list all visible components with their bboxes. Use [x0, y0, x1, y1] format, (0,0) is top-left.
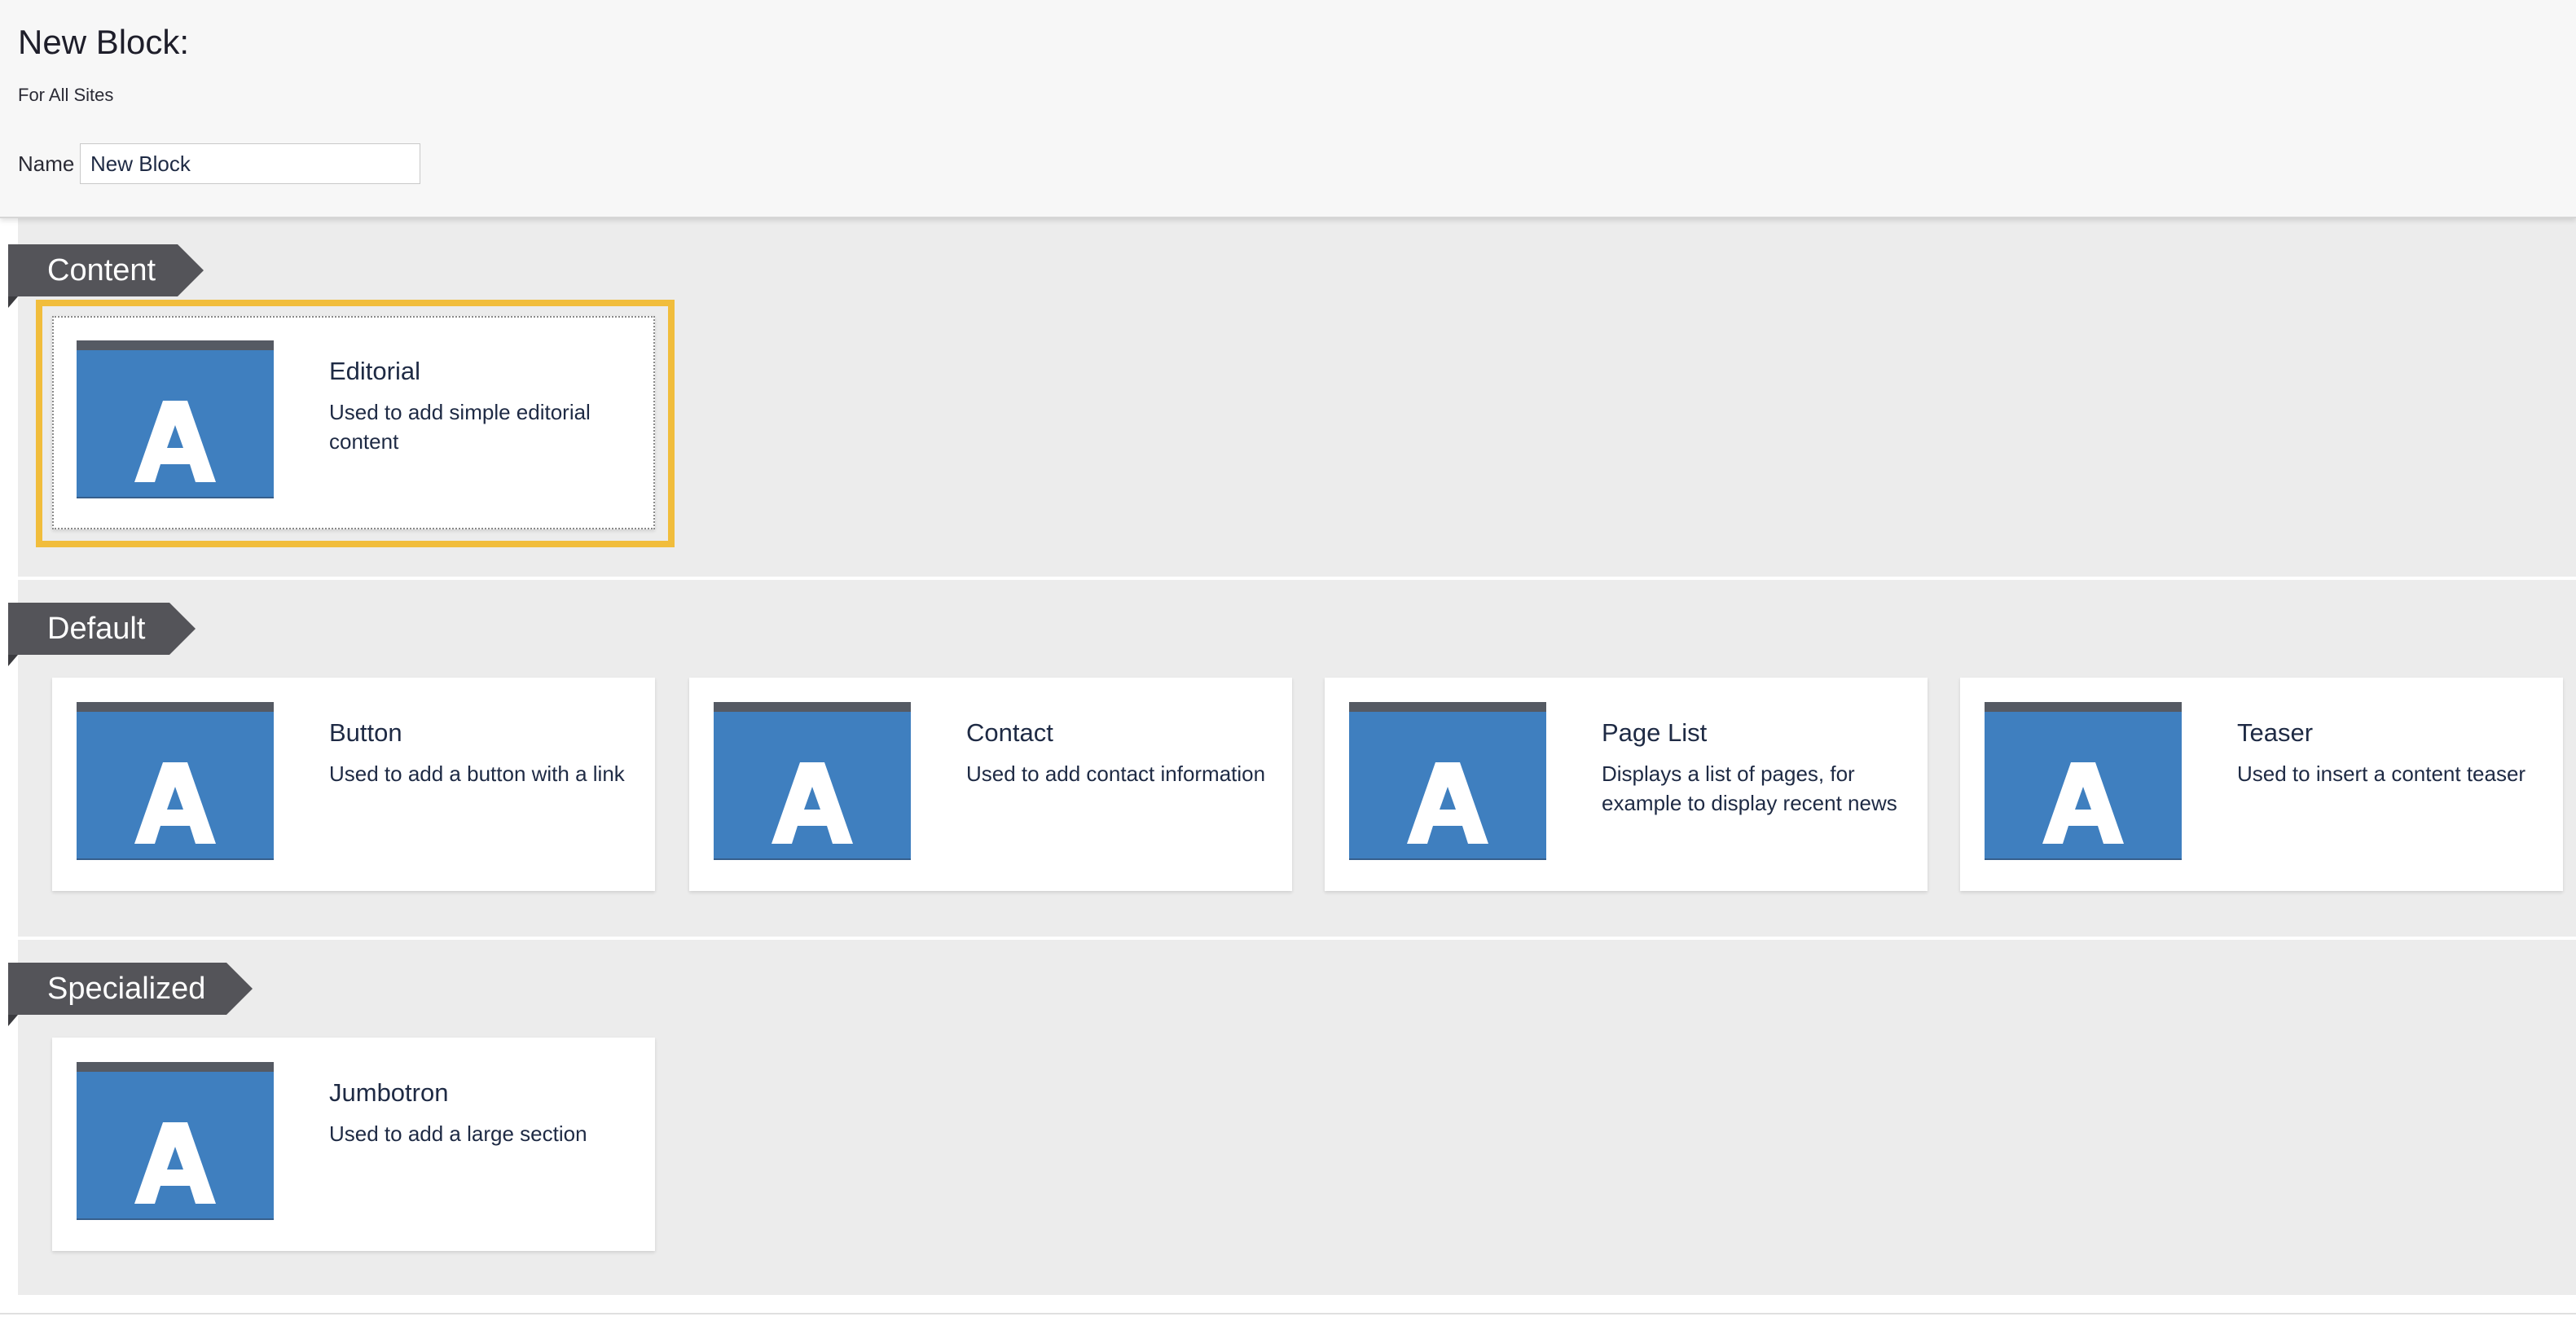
- block-thumbnail: [1349, 702, 1546, 860]
- card-title: Button: [329, 718, 402, 747]
- divider: [0, 1313, 2576, 1314]
- block-card-button[interactable]: Button Used to add a button with a link: [52, 678, 655, 891]
- name-label: Name: [18, 151, 75, 176]
- block-card-jumbotron[interactable]: Jumbotron Used to add a large section: [52, 1038, 655, 1251]
- letter-a-icon: [134, 1122, 216, 1204]
- letter-a-icon: [134, 762, 216, 844]
- section-tag-specialized: Specialized: [8, 963, 253, 1015]
- card-description: Used to add contact information: [966, 761, 1266, 786]
- letter-a-icon: [771, 762, 853, 844]
- card-title: Page List: [1602, 718, 1708, 747]
- card-title: Contact: [966, 718, 1053, 747]
- section-tag-default: Default: [8, 603, 196, 655]
- card-description: Displays a list of pages, for example to…: [1602, 761, 1897, 815]
- page-header: New Block: For All Sites Name: [0, 0, 2576, 218]
- card-description: Used to add a large section: [329, 1121, 587, 1146]
- letter-a-icon: [1407, 762, 1488, 844]
- page-subtitle: For All Sites: [18, 85, 114, 105]
- block-thumbnail: [77, 1062, 274, 1220]
- card-title: Jumbotron: [329, 1078, 449, 1107]
- block-thumbnail: [714, 702, 911, 860]
- name-input[interactable]: [80, 143, 420, 184]
- block-card-teaser[interactable]: Teaser Used to insert a content teaser: [1960, 678, 2563, 891]
- block-thumbnail: [1985, 702, 2182, 860]
- selection-highlight: [36, 300, 675, 547]
- card-description: Used to insert a content teaser: [2237, 761, 2526, 786]
- card-title: Teaser: [2237, 718, 2314, 747]
- block-thumbnail: [77, 702, 274, 860]
- page-title: New Block:: [18, 23, 190, 61]
- section-tag-content: Content: [8, 244, 204, 296]
- block-card-page-list[interactable]: Page List Displays a list of pages, for …: [1325, 678, 1928, 891]
- card-description: Used to add a button with a link: [329, 761, 625, 786]
- letter-a-icon: [2042, 762, 2124, 844]
- block-card-contact[interactable]: Contact Used to add contact information: [689, 678, 1292, 891]
